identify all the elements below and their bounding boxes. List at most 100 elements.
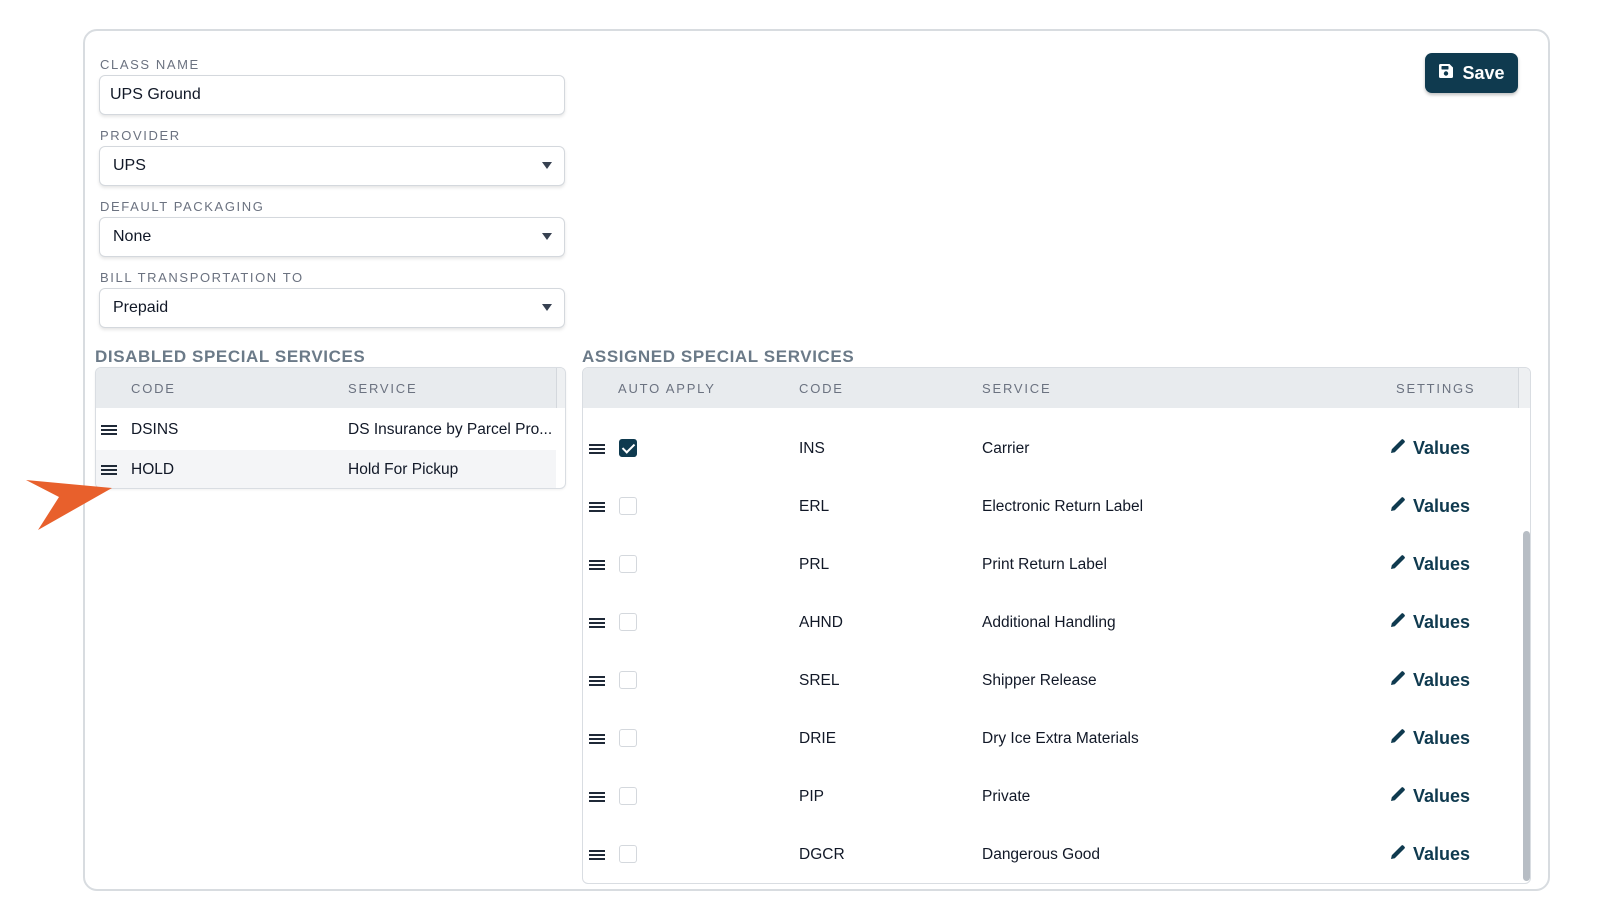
column-header-service[interactable]: SERVICE xyxy=(982,381,1051,396)
pencil-icon xyxy=(1389,843,1407,866)
save-button[interactable]: Save xyxy=(1425,53,1518,93)
pencil-icon xyxy=(1389,611,1407,634)
column-header-service[interactable]: SERVICE xyxy=(348,381,417,396)
disabled-services-table: CODE SERVICE DSINS DS Insurance by Parce… xyxy=(95,367,566,489)
row-code: SREL xyxy=(799,672,840,689)
column-header-settings[interactable]: SETTINGS xyxy=(1396,381,1475,396)
values-label: Values xyxy=(1413,611,1471,632)
assigned-services-title: ASSIGNED SPECIAL SERVICES xyxy=(582,347,855,366)
auto-apply-checkbox[interactable] xyxy=(619,497,637,515)
default-packaging-label: DEFAULT PACKAGING xyxy=(100,199,265,214)
drag-handle-icon[interactable] xyxy=(589,560,605,570)
drag-handle-icon[interactable] xyxy=(589,850,605,860)
values-link[interactable]: Values xyxy=(1389,726,1470,750)
auto-apply-checkbox[interactable] xyxy=(619,555,637,573)
row-code: DSINS xyxy=(131,421,179,438)
values-link[interactable]: Values xyxy=(1389,610,1470,634)
pencil-icon xyxy=(1389,495,1407,518)
auto-apply-checkbox[interactable] xyxy=(619,671,637,689)
row-service: Hold For Pickup xyxy=(348,461,459,478)
row-service: Shipper Release xyxy=(982,672,1097,689)
drag-handle-icon[interactable] xyxy=(589,676,605,686)
table-row[interactable]: ERL Electronic Return Label Values xyxy=(583,478,1518,536)
row-code: INS xyxy=(799,440,825,457)
provider-value: UPS xyxy=(113,157,146,174)
column-header-auto-apply[interactable]: AUTO APPLY xyxy=(618,381,716,396)
row-service: Dry Ice Extra Materials xyxy=(982,730,1139,747)
header-scrollbar-gutter xyxy=(556,368,565,408)
pencil-icon xyxy=(1389,727,1407,750)
row-service: Additional Handling xyxy=(982,614,1116,631)
pencil-icon xyxy=(1389,437,1407,460)
disabled-services-title: DISABLED SPECIAL SERVICES xyxy=(95,347,366,366)
values-link[interactable]: Values xyxy=(1389,494,1470,518)
drag-handle-icon[interactable] xyxy=(589,618,605,628)
class-name-input[interactable]: UPS Ground xyxy=(99,75,565,115)
auto-apply-checkbox[interactable] xyxy=(619,729,637,747)
table-header: AUTO APPLY CODE SERVICE SETTINGS xyxy=(583,368,1530,408)
column-header-code[interactable]: CODE xyxy=(131,381,176,396)
row-code: ERL xyxy=(799,498,830,515)
table-row[interactable]: HOLD Hold For Pickup xyxy=(96,450,556,488)
values-link[interactable]: Values xyxy=(1389,668,1470,692)
caret-down-icon xyxy=(542,233,552,240)
table-row[interactable]: SREL Shipper Release Values xyxy=(583,652,1518,710)
save-label: Save xyxy=(1462,62,1505,83)
drag-handle-icon[interactable] xyxy=(101,465,117,475)
row-code: DGCR xyxy=(799,846,845,863)
pencil-icon xyxy=(1389,785,1407,808)
row-service: Private xyxy=(982,788,1031,805)
values-label: Values xyxy=(1413,669,1471,690)
row-service: Carrier xyxy=(982,440,1030,457)
assigned-services-table: AUTO APPLY CODE SERVICE SETTINGS INS Carr… xyxy=(582,367,1531,884)
column-header-code[interactable]: CODE xyxy=(799,381,844,396)
provider-label: PROVIDER xyxy=(100,128,181,143)
default-packaging-value: None xyxy=(113,228,152,245)
auto-apply-checkbox[interactable] xyxy=(619,613,637,631)
values-label: Values xyxy=(1413,727,1471,748)
class-name-value: UPS Ground xyxy=(110,86,201,103)
table-header: CODE SERVICE xyxy=(96,368,565,408)
auto-apply-checkbox[interactable] xyxy=(619,439,637,457)
values-link[interactable]: Values xyxy=(1389,436,1470,460)
scrollbar-thumb[interactable] xyxy=(1523,531,1530,881)
values-link[interactable]: Values xyxy=(1389,842,1470,866)
values-label: Values xyxy=(1413,495,1471,516)
table-row[interactable]: AHND Additional Handling Values xyxy=(583,594,1518,652)
row-code: PRL xyxy=(799,556,830,573)
caret-down-icon xyxy=(542,304,552,311)
row-code: PIP xyxy=(799,788,824,805)
row-service: Dangerous Good xyxy=(982,846,1101,863)
row-service: DS Insurance by Parcel Pro... xyxy=(348,421,553,438)
auto-apply-checkbox[interactable] xyxy=(619,845,637,863)
values-label: Values xyxy=(1413,553,1471,574)
table-row[interactable]: DGCR Dangerous Good Values xyxy=(583,826,1518,883)
bill-transportation-select[interactable]: Prepaid xyxy=(99,288,565,328)
values-label: Values xyxy=(1413,437,1471,458)
table-row[interactable]: DSINS DS Insurance by Parcel Pro... xyxy=(96,410,556,450)
drag-handle-icon[interactable] xyxy=(101,425,117,435)
drag-handle-icon[interactable] xyxy=(589,444,605,454)
auto-apply-checkbox[interactable] xyxy=(619,787,637,805)
table-row[interactable]: PIP Private Values xyxy=(583,768,1518,826)
values-label: Values xyxy=(1413,843,1471,864)
table-row[interactable]: INS Carrier Values xyxy=(583,420,1518,478)
drag-handle-icon[interactable] xyxy=(589,792,605,802)
table-row[interactable]: PRL Print Return Label Values xyxy=(583,536,1518,594)
header-scrollbar-gutter xyxy=(1518,368,1530,408)
row-service: Print Return Label xyxy=(982,556,1107,573)
provider-select[interactable]: UPS xyxy=(99,146,565,186)
default-packaging-select[interactable]: None xyxy=(99,217,565,257)
table-row[interactable]: DRIE Dry Ice Extra Materials Values xyxy=(583,710,1518,768)
drag-handle-icon[interactable] xyxy=(589,502,605,512)
pencil-icon xyxy=(1389,553,1407,576)
floppy-disk-icon xyxy=(1438,63,1454,84)
drag-handle-icon[interactable] xyxy=(589,734,605,744)
pencil-icon xyxy=(1389,669,1407,692)
row-code: DRIE xyxy=(799,730,837,747)
bill-transportation-value: Prepaid xyxy=(113,299,169,316)
row-service: Electronic Return Label xyxy=(982,498,1144,515)
values-link[interactable]: Values xyxy=(1389,784,1470,808)
values-link[interactable]: Values xyxy=(1389,552,1470,576)
values-label: Values xyxy=(1413,785,1471,806)
